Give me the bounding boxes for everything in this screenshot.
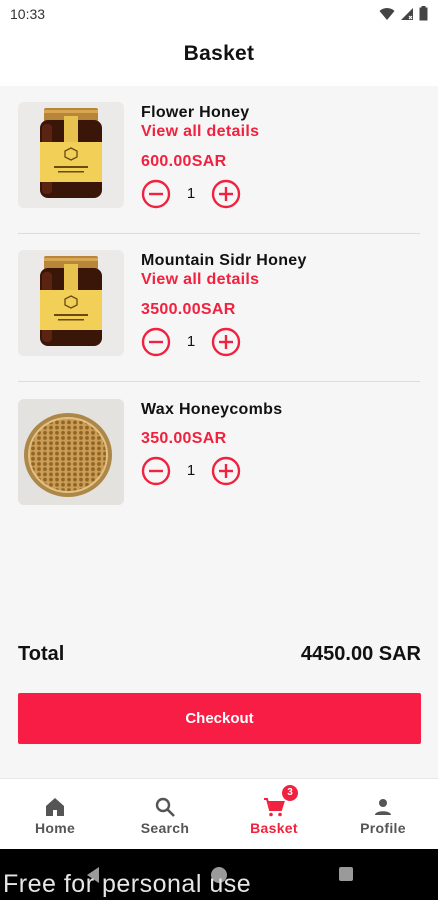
status-bar: 10:33: [0, 0, 438, 28]
minus-circle-icon[interactable]: [141, 456, 171, 486]
nav-label: Search: [140, 820, 190, 836]
item-price: 350.00SAR: [141, 430, 227, 447]
plus-circle-icon[interactable]: [211, 456, 241, 486]
quantity-stepper: 1: [141, 456, 251, 486]
quantity-stepper: 1: [141, 327, 251, 357]
nav-label: Home: [34, 820, 76, 836]
status-icons: [379, 6, 428, 21]
minus-circle-icon[interactable]: [141, 179, 171, 209]
status-time: 10:33: [10, 6, 46, 22]
wifi-icon: [379, 7, 395, 20]
signal-icon: [401, 7, 413, 20]
nav-item-home[interactable]: Home: [0, 779, 110, 850]
cart-badge: 3: [282, 785, 298, 801]
quantity-stepper: 1: [141, 179, 251, 209]
item-price: 600.00SAR: [141, 153, 227, 170]
cart-icon: [264, 798, 285, 817]
view-details-link[interactable]: View all details: [141, 123, 259, 141]
product-image[interactable]: [18, 102, 124, 208]
quantity-value: 1: [186, 462, 196, 479]
view-details-link[interactable]: View all details: [141, 271, 259, 289]
search-icon: [155, 797, 175, 817]
home-icon: [46, 798, 64, 816]
plus-circle-icon[interactable]: [211, 327, 241, 357]
item-price: 3500.00SAR: [141, 301, 236, 318]
app-header: Basket: [0, 28, 438, 86]
quantity-value: 1: [186, 333, 196, 350]
minus-circle-icon[interactable]: [141, 327, 171, 357]
quantity-value: 1: [186, 185, 196, 202]
honeycomb-icon: [18, 399, 124, 505]
nav-item-basket[interactable]: 3 Basket: [219, 779, 329, 850]
checkout-button[interactable]: Checkout: [18, 693, 421, 744]
honey-jar-icon: [18, 250, 124, 356]
system-nav-bar: Free for personal use: [0, 849, 438, 900]
nav-item-profile[interactable]: Profile: [328, 779, 438, 850]
product-image[interactable]: [18, 399, 124, 505]
item-name: Mountain Sidr Honey: [141, 252, 307, 269]
product-image[interactable]: [18, 250, 124, 356]
battery-icon: [419, 6, 428, 21]
item-name: Wax Honeycombs: [141, 401, 283, 418]
plus-circle-icon[interactable]: [211, 179, 241, 209]
watermark: Free for personal use: [3, 870, 252, 898]
divider: [18, 381, 420, 382]
recents-icon[interactable]: [338, 866, 354, 882]
divider: [18, 233, 420, 234]
basket-list: Flower Honey View all details 600.00SAR …: [0, 86, 438, 778]
person-icon: [375, 799, 391, 815]
item-name: Flower Honey: [141, 104, 250, 121]
honey-jar-icon: [18, 102, 124, 208]
bottom-nav: Home Search 3 Basket Profile: [0, 778, 438, 849]
nav-item-search[interactable]: Search: [110, 779, 220, 850]
page-title: Basket: [183, 42, 255, 65]
total-label: Total: [18, 643, 65, 665]
nav-label: Profile: [360, 820, 406, 836]
nav-label: Basket: [250, 820, 298, 836]
total-value: 4450.00 SAR: [300, 643, 421, 665]
